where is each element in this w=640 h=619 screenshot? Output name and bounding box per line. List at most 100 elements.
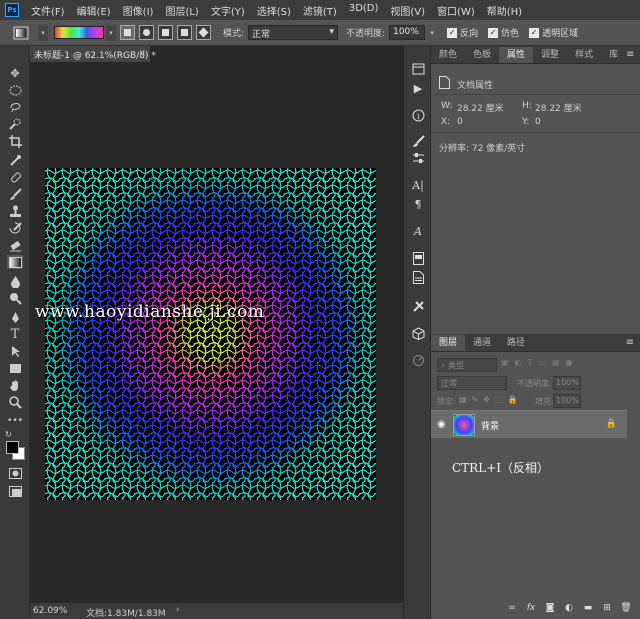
radial-gradient-button[interactable] [139,25,154,40]
opacity-input[interactable]: 100% [389,25,426,40]
eraser-tool-icon[interactable] [7,238,23,252]
timeline-icon[interactable] [410,353,426,367]
y-value[interactable]: 0 [535,117,541,127]
delete-layer-icon[interactable]: 🗑 [620,603,632,614]
menu-item[interactable]: 3D(D) [343,3,385,18]
width-value[interactable]: 28.22 厘米 [457,101,504,114]
document-tab[interactable]: 未标题-1 @ 62.1%(RGB/8) * × [30,46,156,62]
layer-opacity-input[interactable]: 100% [553,376,581,390]
quick-mask-icon[interactable] [7,466,23,480]
linear-gradient-button[interactable] [120,25,135,40]
gradient-swatch[interactable] [54,26,104,39]
height-value[interactable]: 28.22 厘米 [535,101,582,114]
path-selection-tool-icon[interactable] [7,344,23,358]
notes-panel-icon[interactable] [410,251,426,265]
panel-tab[interactable]: 图层 [431,335,466,351]
paragraph-panel-icon[interactable]: ¶ [410,197,426,211]
panel-menu-icon[interactable]: ≡ [626,47,634,63]
menu-item[interactable]: 图像(I) [117,3,160,18]
chevron-right-icon[interactable]: › [176,605,180,615]
panel-tab[interactable]: 调整 [533,47,567,63]
menu-item[interactable]: 文字(Y) [205,3,251,18]
panel-tab[interactable]: 样式 [567,47,601,63]
brush-settings-icon[interactable] [410,134,426,148]
panel-tab[interactable]: 属性 [499,47,534,63]
glyphs-panel-icon[interactable]: A [410,224,426,238]
actions-play-icon[interactable]: ▶ [410,81,426,95]
menu-item[interactable]: 图层(L) [159,3,204,18]
healing-brush-tool-icon[interactable] [7,170,23,184]
pen-tool-icon[interactable] [7,310,23,324]
layer-name[interactable]: 背景 [481,419,499,432]
transparency-checkbox[interactable]: ✓ [529,27,540,38]
eyedropper-tool-icon[interactable] [7,153,23,167]
menu-item[interactable]: 滤镜(T) [297,3,343,18]
rectangle-tool-icon[interactable] [7,361,23,375]
properties-doc-icon[interactable] [410,270,426,284]
menu-item[interactable]: 编辑(E) [71,3,117,18]
panel-tab[interactable]: 库 [601,47,626,63]
image-canvas[interactable] [45,168,376,500]
angle-gradient-button[interactable] [158,25,173,40]
layer-kind-filter[interactable]: ⌕ 类型 [437,358,497,372]
add-mask-icon[interactable]: ◙ [544,603,556,614]
x-value[interactable]: 0 [457,117,463,127]
zoom-tool-icon[interactable] [7,395,23,409]
fill-input[interactable]: 100% [553,394,581,408]
link-layers-icon[interactable]: ∞ [506,603,518,614]
dither-checkbox[interactable]: ✓ [488,27,499,38]
menu-item[interactable]: 文件(F) [25,3,71,18]
blend-mode-select[interactable]: 正常 [437,376,507,390]
menu-item[interactable]: 选择(S) [251,3,297,18]
tool-preset-dropdown[interactable]: ▾ [38,24,48,41]
3d-panel-icon[interactable] [410,326,426,340]
mode-select[interactable]: 正常 ▾ [248,25,339,40]
panel-tab[interactable]: 色板 [465,47,499,63]
opacity-dropdown[interactable]: ▾ [427,25,437,41]
crop-tool-icon[interactable] [7,134,23,148]
lasso-tool-icon[interactable] [7,100,23,114]
panel-tab[interactable]: 颜色 [431,47,465,63]
reflected-gradient-button[interactable] [177,25,192,40]
layer-row[interactable]: ◉ 背景 🔒 [431,410,627,438]
dodge-tool-icon[interactable] [7,291,23,305]
lock-icons[interactable]: ▦✎✥⬚🔒 [459,395,522,404]
close-icon[interactable]: × [138,48,146,58]
screen-mode-icon[interactable] [7,484,23,498]
tool-presets-icon[interactable] [410,299,426,313]
history-panel-icon[interactable] [410,62,426,76]
menu-item[interactable]: 窗口(W) [431,3,481,18]
quick-selection-tool-icon[interactable] [7,117,23,131]
move-tool-icon[interactable]: ✥ [7,66,23,80]
hand-tool-icon[interactable] [7,378,23,392]
tool-preset-picker[interactable] [6,23,36,43]
brush-tool-icon[interactable] [7,187,23,201]
menu-item[interactable]: 视图(V) [384,3,431,18]
layer-style-icon[interactable]: fx [525,603,537,614]
panel-tab[interactable]: 通道 [465,335,499,351]
zoom-level[interactable]: 62.09% [33,606,67,616]
marquee-tool-icon[interactable] [7,83,23,97]
adjustments-sliders-icon[interactable] [410,151,426,165]
more-tools-icon[interactable]: ••• [7,414,23,428]
gradient-dropdown[interactable]: ▾ [106,24,116,41]
menu-item[interactable]: 帮助(H) [481,3,528,18]
blur-tool-icon[interactable] [7,274,23,288]
panel-tab[interactable]: 路径 [499,335,533,351]
gradient-tool-icon[interactable] [7,255,23,269]
foreground-color-swatch[interactable] [6,441,19,454]
reverse-checkbox[interactable]: ✓ [447,27,458,38]
adjustment-layer-icon[interactable]: ◐ [563,603,575,614]
character-panel-icon[interactable]: A| [410,178,426,192]
clone-stamp-tool-icon[interactable] [7,204,23,218]
panel-menu-icon[interactable]: ≡ [626,335,634,351]
layer-filter-icons[interactable]: ▣◐T▭▦● [501,358,579,367]
swap-colors-icon[interactable]: ↻ [5,430,12,439]
eye-visibility-icon[interactable]: ◉ [437,419,446,430]
diamond-gradient-button[interactable] [196,25,211,40]
type-tool-icon[interactable]: T [7,327,23,341]
history-brush-tool-icon[interactable] [7,221,23,235]
new-group-icon[interactable]: ▬ [582,603,594,614]
new-layer-icon[interactable]: ⊞ [601,603,613,614]
info-panel-icon[interactable]: i [410,108,426,122]
